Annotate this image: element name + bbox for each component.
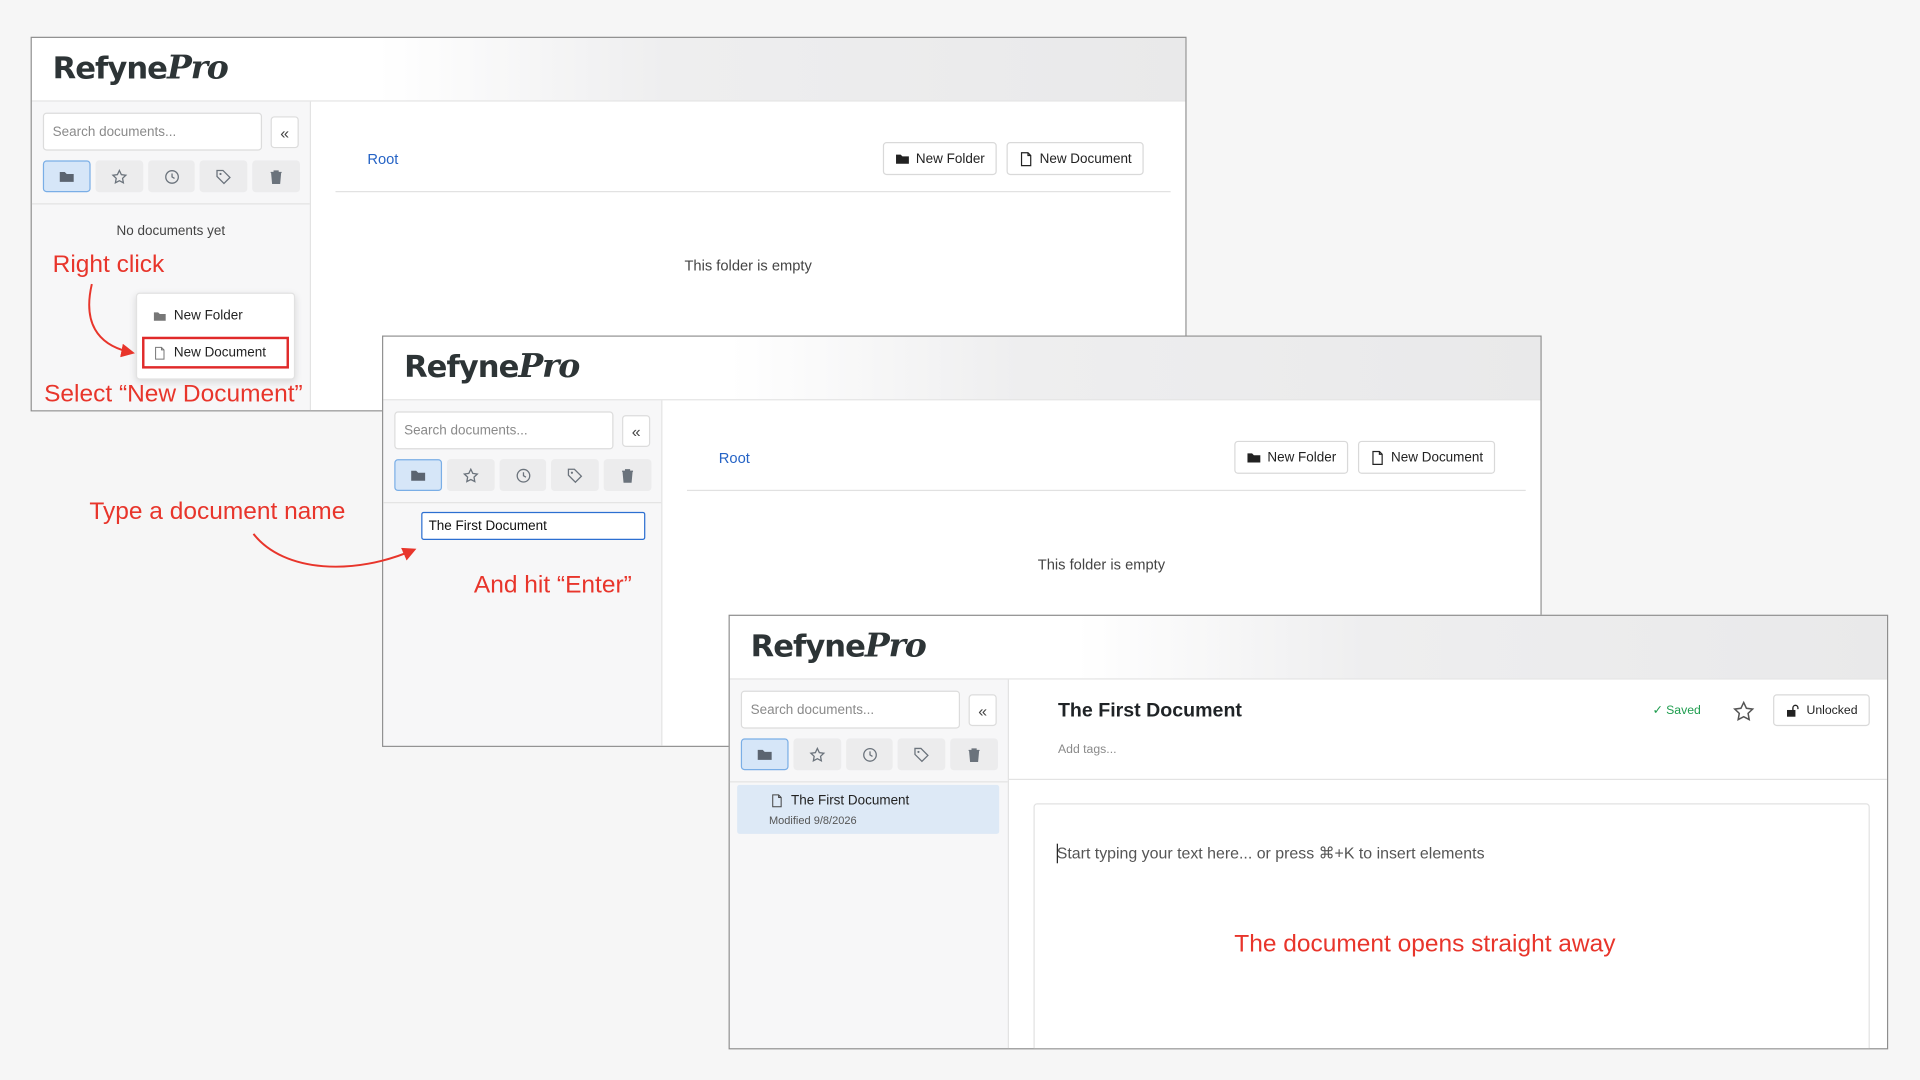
sidebar: « The First Document Modified 9/8/2026	[729, 679, 1009, 1049]
sidebar-tabs	[394, 459, 652, 493]
trash-icon	[622, 468, 634, 483]
new-folder-button[interactable]: New Folder	[882, 142, 998, 176]
tab-folders[interactable]	[740, 738, 789, 771]
document-icon	[1020, 151, 1032, 166]
folder-icon	[1247, 452, 1261, 462]
document-editor[interactable]: Start typing your text here... or press …	[1033, 803, 1870, 1049]
folder-icon	[153, 311, 166, 321]
star-icon	[111, 168, 127, 184]
tab-trash[interactable]	[950, 738, 998, 771]
new-document-button[interactable]: New Document	[1006, 142, 1144, 176]
annotation-type-name: Type a document name	[89, 498, 346, 526]
highlight-box	[142, 336, 289, 369]
collapse-sidebar-button[interactable]: «	[622, 415, 651, 447]
context-menu-new-folder-label: New Folder	[173, 308, 243, 324]
editor-placeholder: Start typing your text here... or press …	[1056, 843, 1485, 863]
sidebar-divider	[383, 502, 662, 504]
tutorial-scene: RefynePro « No documents yet New Folder	[0, 0, 1920, 1080]
trash-icon	[968, 747, 980, 762]
tag-icon	[568, 467, 583, 483]
unlock-icon	[1787, 704, 1799, 717]
app-logo: RefynePro	[52, 48, 229, 87]
tab-tags[interactable]	[898, 738, 946, 771]
trash-icon	[270, 169, 282, 184]
tab-trash[interactable]	[603, 459, 652, 492]
tag-icon	[216, 169, 232, 184]
document-name-input[interactable]	[421, 511, 646, 541]
search-input[interactable]	[394, 411, 614, 450]
document-item-modified: Modified 9/8/2026	[768, 814, 857, 827]
sidebar-divider	[729, 781, 1008, 783]
app-header: RefynePro	[31, 37, 1186, 102]
star-icon	[809, 746, 825, 762]
tab-trash[interactable]	[252, 160, 301, 193]
empty-folder-message: This folder is empty	[684, 257, 812, 275]
folder-icon	[59, 171, 74, 182]
new-document-button[interactable]: New Document	[1357, 440, 1496, 474]
search-input[interactable]	[42, 112, 263, 151]
tab-tags[interactable]	[200, 160, 248, 193]
document-icon	[772, 794, 782, 808]
window-step-3: RefynePro « The First Document Modified …	[728, 614, 1889, 1050]
search-input[interactable]	[740, 690, 961, 729]
no-documents-message: No documents yet	[116, 224, 226, 239]
clock-icon	[515, 468, 530, 483]
document-title[interactable]: The First Document	[1058, 700, 1242, 722]
sidebar-divider	[31, 203, 310, 205]
new-document-label: New Document	[1039, 151, 1132, 166]
tab-favorites[interactable]	[793, 738, 841, 771]
sidebar-tabs	[42, 160, 301, 194]
annotation-right-click: Right click	[52, 251, 165, 278]
folder-icon	[411, 470, 426, 481]
annotation-select-new-document: Select “New Document”	[44, 380, 303, 408]
collapse-sidebar-button[interactable]: «	[968, 694, 997, 727]
star-icon	[462, 467, 479, 483]
app-header: RefynePro	[383, 336, 1541, 401]
tab-tags[interactable]	[551, 459, 600, 492]
main-divider	[686, 489, 1526, 492]
lock-toggle-label: Unlocked	[1806, 703, 1858, 717]
tab-recent[interactable]	[147, 160, 196, 193]
app-logo: RefynePro	[404, 347, 580, 386]
app-header: RefynePro	[729, 615, 1887, 680]
favorite-star-icon[interactable]	[1733, 700, 1755, 722]
tab-folders[interactable]	[394, 459, 442, 492]
document-header-divider	[1008, 778, 1887, 781]
text-caret	[1056, 843, 1058, 864]
add-tags-input[interactable]: Add tags...	[1058, 743, 1117, 756]
breadcrumb-root[interactable]: Root	[367, 151, 398, 168]
new-folder-label: New Folder	[915, 151, 985, 166]
annotation-hit-enter: And hit “Enter”	[473, 571, 632, 599]
tab-recent[interactable]	[845, 738, 894, 771]
document-item-title: The First Document	[791, 793, 910, 809]
document-icon	[1372, 450, 1383, 465]
folder-icon	[757, 749, 772, 760]
document-list-item[interactable]: The First Document Modified 9/8/2026	[737, 784, 1000, 834]
main-divider	[335, 191, 1171, 193]
context-menu-new-folder[interactable]: New Folder	[153, 308, 243, 324]
app-logo: RefynePro	[750, 626, 927, 665]
tab-favorites[interactable]	[95, 160, 143, 193]
tab-favorites[interactable]	[446, 459, 495, 492]
tab-recent[interactable]	[499, 459, 547, 492]
annotation-document-opens: The document opens straight away	[1234, 930, 1616, 958]
clock-icon	[862, 747, 877, 762]
collapse-sidebar-button[interactable]: «	[270, 116, 299, 149]
breadcrumb-root[interactable]: Root	[719, 449, 750, 466]
sidebar-tabs	[740, 738, 998, 772]
empty-folder-message: This folder is empty	[1037, 555, 1166, 574]
tag-icon	[914, 747, 930, 762]
tab-folders[interactable]	[42, 160, 91, 193]
document-panel: The First Document Add tags... ✓ Saved U…	[1008, 679, 1887, 1049]
saved-status: ✓ Saved	[1652, 704, 1701, 718]
folder-icon	[896, 153, 909, 164]
clock-icon	[164, 169, 179, 184]
lock-toggle-button[interactable]: Unlocked	[1773, 694, 1870, 727]
new-folder-button[interactable]: New Folder	[1234, 440, 1349, 474]
context-menu: New Folder New Document	[135, 292, 296, 380]
new-document-label: New Document	[1391, 450, 1484, 465]
new-folder-label: New Folder	[1267, 450, 1337, 465]
